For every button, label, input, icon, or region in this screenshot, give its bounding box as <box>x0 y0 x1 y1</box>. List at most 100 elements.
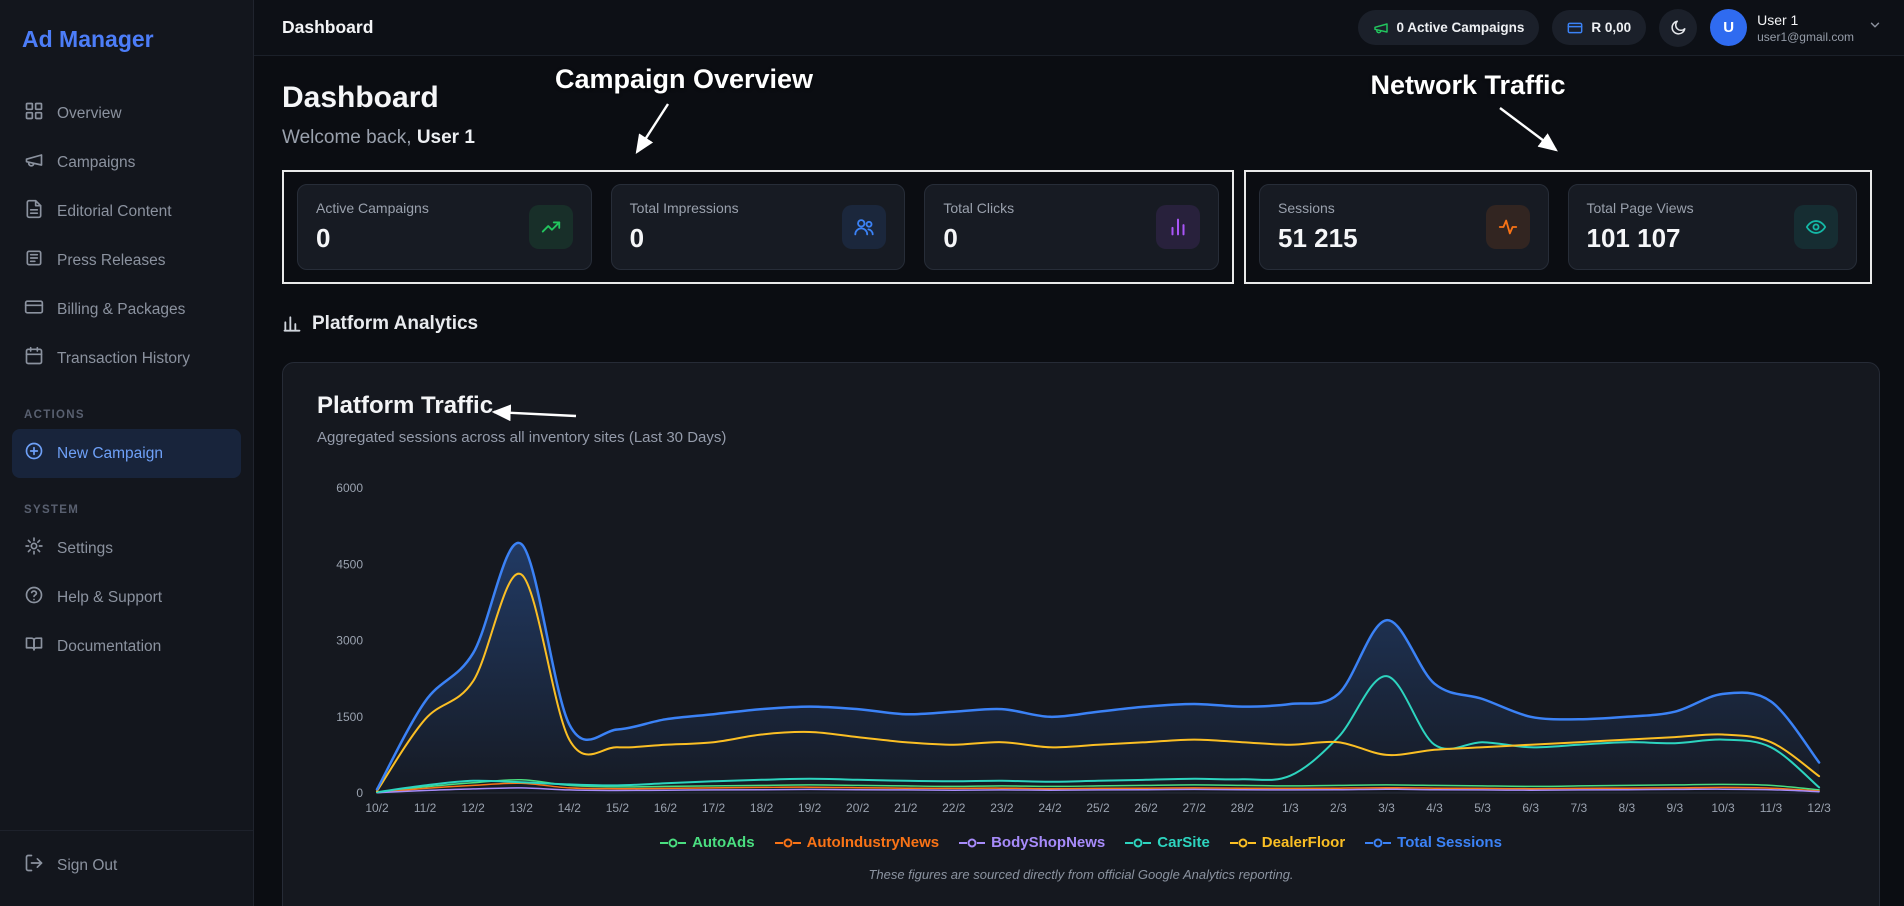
sidebar-item-press-releases[interactable]: Press Releases <box>12 236 241 285</box>
stat-card-total-page-views: Total Page Views 101 107 <box>1568 184 1858 270</box>
stat-card-active-campaigns: Active Campaigns 0 <box>297 184 592 270</box>
megaphone-icon <box>1373 20 1389 36</box>
moon-icon <box>1669 19 1687 37</box>
svg-text:18/2: 18/2 <box>750 801 774 815</box>
sidebar-item-documentation[interactable]: Documentation <box>12 622 241 671</box>
sidebar-nav: Overview Campaigns Editorial Content Pre… <box>0 81 253 830</box>
svg-text:0: 0 <box>356 786 363 800</box>
svg-text:4/3: 4/3 <box>1426 801 1443 815</box>
sign-out-label: Sign Out <box>57 857 117 875</box>
traffic-chart: 0150030004500600010/211/212/213/214/215/… <box>317 460 1847 820</box>
stat-card-total-impressions: Total Impressions 0 <box>611 184 906 270</box>
legend-line-icon <box>1125 837 1151 849</box>
theme-toggle-button[interactable] <box>1659 9 1697 47</box>
svg-text:3/3: 3/3 <box>1378 801 1395 815</box>
svg-text:25/2: 25/2 <box>1086 801 1110 815</box>
file-text-icon <box>24 199 44 224</box>
platform-traffic-card: Platform Traffic Aggregated sessions acr… <box>282 362 1880 906</box>
sidebar-item-label: Transaction History <box>57 350 190 368</box>
trending-up-icon <box>529 205 573 249</box>
stat-label: Sessions <box>1278 200 1358 216</box>
legend-line-icon <box>1230 837 1256 849</box>
svg-text:11/3: 11/3 <box>1760 801 1783 815</box>
stat-meta: Total Clicks 0 <box>943 200 1014 254</box>
svg-text:12/2: 12/2 <box>461 801 485 815</box>
app-root: Ad Manager Overview Campaigns Editorial … <box>0 0 1904 906</box>
bar-chart-icon <box>1156 205 1200 249</box>
svg-text:22/2: 22/2 <box>942 801 966 815</box>
calendar-icon <box>24 346 44 371</box>
user-menu[interactable]: U User 1 user1@gmail.com <box>1710 9 1882 46</box>
legend-item[interactable]: Total Sessions <box>1365 834 1502 851</box>
balance-badge[interactable]: R 0,00 <box>1552 10 1646 45</box>
user-email: user1@gmail.com <box>1757 30 1854 44</box>
sidebar-item-settings[interactable]: Settings <box>12 524 241 573</box>
stat-label: Total Page Views <box>1587 200 1694 216</box>
chart-footnote: These figures are sourced directly from … <box>317 867 1845 882</box>
legend-item[interactable]: AutoAds <box>660 834 755 851</box>
sidebar-item-label: Campaigns <box>57 154 135 172</box>
legend-item[interactable]: BodyShopNews <box>959 834 1105 851</box>
sidebar-item-overview[interactable]: Overview <box>12 89 241 138</box>
page-title: Dashboard <box>282 80 1880 116</box>
svg-text:19/2: 19/2 <box>798 801 822 815</box>
credit-card-icon <box>24 297 44 322</box>
svg-text:14/2: 14/2 <box>558 801 582 815</box>
topbar-title: Dashboard <box>282 17 373 38</box>
legend-line-icon <box>1365 837 1391 849</box>
legend-item[interactable]: CarSite <box>1125 834 1210 851</box>
stat-meta: Total Page Views 101 107 <box>1587 200 1694 254</box>
svg-text:6000: 6000 <box>336 481 363 495</box>
stat-value: 101 107 <box>1587 223 1694 254</box>
svg-text:2/3: 2/3 <box>1330 801 1347 815</box>
stat-value: 0 <box>316 223 429 254</box>
svg-text:1500: 1500 <box>336 710 363 724</box>
megaphone-icon <box>24 150 44 175</box>
log-out-icon <box>24 853 44 878</box>
svg-text:1/3: 1/3 <box>1282 801 1299 815</box>
svg-text:23/2: 23/2 <box>990 801 1014 815</box>
svg-text:17/2: 17/2 <box>702 801 726 815</box>
sidebar-footer: Sign Out <box>0 830 253 906</box>
chart-title: Platform Traffic <box>317 391 1845 421</box>
legend-line-icon <box>959 837 985 849</box>
sign-out-button[interactable]: Sign Out <box>12 841 241 890</box>
svg-text:15/2: 15/2 <box>606 801 630 815</box>
svg-text:9/3: 9/3 <box>1667 801 1684 815</box>
chevron-down-icon <box>1868 18 1882 37</box>
sidebar-section-system: System <box>24 504 229 516</box>
stat-value: 51 215 <box>1278 223 1358 254</box>
sidebar-item-billing-packages[interactable]: Billing & Packages <box>12 285 241 334</box>
sidebar-section-actions: Actions <box>24 409 229 421</box>
topbar-controls: 0 Active Campaigns R 0,00 U User 1 user1… <box>1358 9 1882 47</box>
welcome-prefix: Welcome back, <box>282 127 412 148</box>
sidebar-item-label: Press Releases <box>57 252 166 270</box>
sidebar-item-label: Documentation <box>57 638 161 656</box>
stats-row: Active Campaigns 0 Total Impressions 0 <box>282 170 1880 284</box>
sidebar-item-label: Help & Support <box>57 589 162 607</box>
stat-meta: Total Impressions 0 <box>630 200 739 254</box>
sidebar: Ad Manager Overview Campaigns Editorial … <box>0 0 254 906</box>
svg-text:5/3: 5/3 <box>1474 801 1491 815</box>
gear-icon <box>24 536 44 561</box>
sidebar-item-new-campaign[interactable]: New Campaign <box>12 429 241 478</box>
svg-text:16/2: 16/2 <box>654 801 678 815</box>
legend-line-icon <box>660 837 686 849</box>
legend-item[interactable]: DealerFloor <box>1230 834 1345 851</box>
stat-label: Total Clicks <box>943 200 1014 216</box>
sidebar-item-editorial-content[interactable]: Editorial Content <box>12 187 241 236</box>
newspaper-icon <box>24 248 44 273</box>
svg-text:12/3: 12/3 <box>1807 801 1831 815</box>
svg-text:24/2: 24/2 <box>1038 801 1062 815</box>
sidebar-item-help-support[interactable]: Help & Support <box>12 573 241 622</box>
sidebar-item-campaigns[interactable]: Campaigns <box>12 138 241 187</box>
svg-text:7/3: 7/3 <box>1570 801 1587 815</box>
sidebar-item-label: Editorial Content <box>57 203 172 221</box>
active-campaigns-badge[interactable]: 0 Active Campaigns <box>1358 10 1540 45</box>
svg-text:26/2: 26/2 <box>1134 801 1158 815</box>
stat-card-total-clicks: Total Clicks 0 <box>924 184 1219 270</box>
stat-card-sessions: Sessions 51 215 <box>1259 184 1549 270</box>
legend-item[interactable]: AutoIndustryNews <box>775 834 940 851</box>
sidebar-item-transaction-history[interactable]: Transaction History <box>12 334 241 383</box>
app-logo: Ad Manager <box>0 0 253 81</box>
